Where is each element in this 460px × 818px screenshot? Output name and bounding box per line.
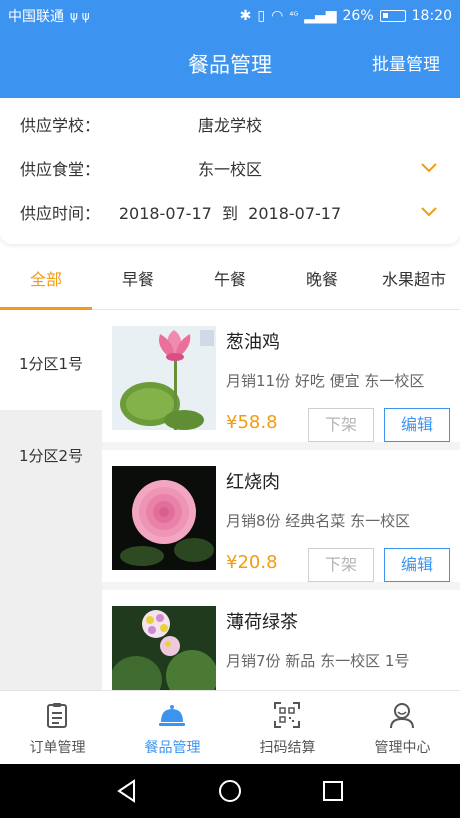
edit-button[interactable]: 编辑 bbox=[384, 408, 450, 442]
item-description: 月销8份 经典名菜 东一校区 bbox=[226, 512, 411, 530]
vibrate-icon: ▯ bbox=[257, 8, 266, 24]
chevron-down-icon[interactable] bbox=[420, 158, 438, 176]
item-image-lantana-flowers bbox=[112, 606, 216, 690]
batch-manage-button[interactable]: 批量管理 bbox=[372, 32, 440, 98]
time-selector[interactable]: 供应时间： 2018-07-17 到 2018-07-17 bbox=[0, 190, 460, 234]
system-nav-bar bbox=[0, 764, 460, 818]
time-range: 2018-07-17 到 2018-07-17 bbox=[0, 200, 460, 224]
network-type: ⁴ᴳ bbox=[289, 10, 299, 22]
canteen-value: 东一校区 bbox=[197, 160, 262, 179]
cloche-icon bbox=[158, 701, 186, 729]
item-image-pink-rose bbox=[112, 466, 216, 570]
tab-dinner[interactable]: 晚餐 bbox=[276, 252, 368, 309]
nav-label: 扫码结算 bbox=[259, 740, 316, 756]
nav-menu-manage[interactable]: 餐品管理 bbox=[115, 691, 230, 765]
item-name: 薄荷绿茶 bbox=[226, 612, 298, 633]
filter-card: 供应学校： 唐龙学校 供应食堂： 东一校区 供应时间： 2018-07-17 到… bbox=[0, 98, 460, 244]
nav-label: 订单管理 bbox=[29, 740, 86, 756]
item-image-pink-lotus bbox=[112, 326, 216, 430]
time-end: 2018-07-17 bbox=[248, 204, 342, 223]
carrier-label: 中国联通 bbox=[8, 9, 64, 25]
item-description: 月销7份 新品 东一校区 1号 bbox=[226, 652, 410, 670]
usb-icon: ψ ψ bbox=[70, 9, 90, 23]
school-row: 供应学校： 唐龙学校 bbox=[0, 102, 460, 146]
time-start: 2018-07-17 bbox=[118, 204, 212, 223]
nav-scan-checkout[interactable]: 扫码结算 bbox=[230, 691, 345, 765]
delist-button[interactable]: 下架 bbox=[308, 548, 374, 582]
chevron-down-icon[interactable] bbox=[420, 202, 438, 220]
bottom-nav: 订单管理 餐品管理 扫码结算 管理中心 bbox=[0, 690, 460, 764]
home-icon[interactable] bbox=[217, 778, 243, 804]
sidebar-item-zone-2[interactable]: 1分区2号 bbox=[0, 410, 102, 502]
clipboard-icon bbox=[43, 701, 71, 729]
zone-sidebar: 1分区1号 1分区2号 bbox=[0, 318, 102, 690]
user-icon bbox=[388, 701, 416, 729]
tab-fruit-market[interactable]: 水果超市 bbox=[368, 252, 460, 309]
qr-scan-icon bbox=[273, 701, 301, 729]
battery-percent: 26% bbox=[342, 8, 374, 24]
tab-lunch[interactable]: 午餐 bbox=[184, 252, 276, 309]
nav-label: 餐品管理 bbox=[144, 740, 201, 756]
list-item: 葱油鸡 月销11份 好吃 便宜 东一校区 ¥58.8 下架 编辑 bbox=[102, 318, 460, 450]
tab-breakfast[interactable]: 早餐 bbox=[92, 252, 184, 309]
wifi-icon: ◠ bbox=[271, 8, 284, 24]
recents-icon[interactable] bbox=[320, 778, 346, 804]
item-price: ¥20.8 bbox=[226, 552, 278, 573]
list-item: 红烧肉 月销8份 经典名菜 东一校区 ¥20.8 下架 编辑 bbox=[102, 458, 460, 590]
delist-button[interactable]: 下架 bbox=[308, 408, 374, 442]
sidebar-item-zone-1[interactable]: 1分区1号 bbox=[0, 318, 102, 410]
content-area: 1分区1号 1分区2号 葱油鸡 月销11份 好吃 便宜 东一校区 ¥58.8 下… bbox=[0, 318, 460, 690]
clock: 18:20 bbox=[411, 8, 452, 24]
signal-icon: ▂▄▆ bbox=[304, 8, 337, 24]
item-name: 红烧肉 bbox=[226, 472, 280, 493]
school-value: 唐龙学校 bbox=[197, 116, 262, 135]
nav-admin-center[interactable]: 管理中心 bbox=[345, 691, 460, 765]
item-name: 葱油鸡 bbox=[226, 332, 280, 353]
status-bar: 中国联通 ψ ψ ✱ ▯ ◠ ⁴ᴳ ▂▄▆ 26% 18:20 bbox=[0, 0, 460, 32]
item-description: 月销11份 好吃 便宜 东一校区 bbox=[226, 372, 425, 390]
battery-icon bbox=[379, 10, 406, 22]
nav-orders[interactable]: 订单管理 bbox=[0, 691, 115, 765]
item-price: ¥58.8 bbox=[226, 412, 278, 433]
back-icon[interactable] bbox=[114, 778, 140, 804]
app-bar: 餐品管理 批量管理 bbox=[0, 32, 460, 98]
time-separator: 到 bbox=[221, 204, 238, 223]
edit-button[interactable]: 编辑 bbox=[384, 548, 450, 582]
list-item: 薄荷绿茶 月销7份 新品 东一校区 1号 bbox=[102, 598, 460, 690]
nav-label: 管理中心 bbox=[374, 740, 431, 756]
canteen-selector[interactable]: 供应食堂： 东一校区 bbox=[0, 146, 460, 190]
bluetooth-icon: ✱ bbox=[239, 8, 252, 24]
meal-tabs: 全部 早餐 午餐 晚餐 水果超市 bbox=[0, 252, 460, 310]
tab-all[interactable]: 全部 bbox=[0, 252, 92, 310]
